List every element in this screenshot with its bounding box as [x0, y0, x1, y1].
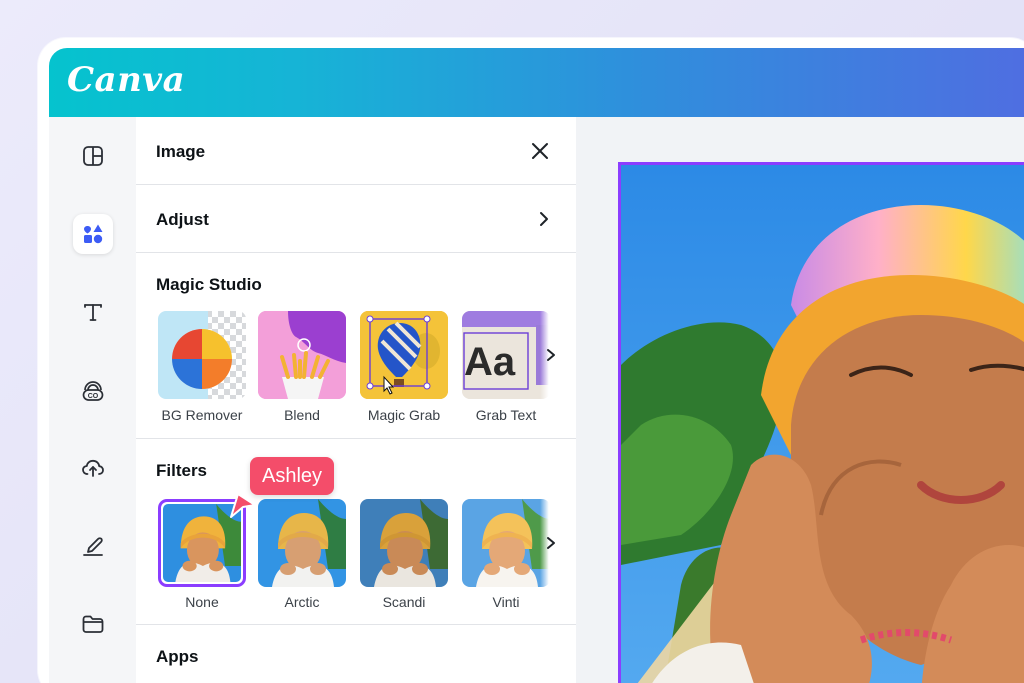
filter-vinti-label: Vinti — [492, 594, 520, 610]
magic-grab-label: Magic Grab — [367, 407, 441, 423]
filter-scandi-thumb[interactable] — [360, 499, 448, 587]
draw-icon — [83, 537, 103, 556]
filters-next-button[interactable] — [540, 499, 562, 587]
bg-remover-label: BG Remover — [161, 407, 243, 423]
svg-text:CO: CO — [88, 393, 99, 400]
adjust-chevron[interactable] — [534, 209, 554, 229]
magic-grab-image — [360, 311, 448, 399]
apps-section: Apps — [136, 625, 576, 683]
brand-icon: CO — [82, 381, 104, 401]
layout-icon — [83, 146, 103, 166]
sidebar-item-text[interactable] — [73, 292, 113, 332]
blend-label: Blend — [284, 407, 320, 423]
upload-icon — [82, 459, 104, 477]
folder-icon — [82, 615, 104, 633]
filter-none-label: None — [185, 594, 219, 610]
filter-vinti-thumb[interactable] — [462, 499, 550, 587]
filter-vinti-image — [462, 499, 550, 587]
canva-logo[interactable]: Canva — [67, 60, 185, 100]
grab-text-image: Aa — [462, 311, 550, 399]
magic-studio-section: Magic Studio BG Remover Blend Magic Grab… — [136, 253, 576, 439]
close-icon — [532, 143, 548, 159]
filter-scandi-image — [360, 499, 448, 587]
close-button[interactable] — [526, 137, 554, 165]
portrait-photo — [621, 165, 1024, 683]
bg-remover-image — [158, 311, 246, 399]
filters-section: Filters None Arctic Scandi Vinti — [136, 439, 576, 625]
blend-thumb[interactable] — [258, 311, 346, 399]
sidebar-item-uploads[interactable] — [73, 448, 113, 488]
collaborator-cursor-icon — [230, 493, 256, 518]
chevron-right-icon — [547, 349, 555, 361]
magic-studio-next-button[interactable] — [540, 311, 562, 399]
sidebar-item-brand[interactable]: CO — [73, 371, 113, 411]
selected-image[interactable] — [618, 162, 1024, 683]
filter-arctic-label: Arctic — [284, 594, 320, 610]
filter-arctic-thumb[interactable] — [258, 499, 346, 587]
svg-text:Aa: Aa — [464, 340, 516, 384]
chevron-right-icon — [540, 212, 548, 226]
apps-title: Apps — [156, 647, 199, 666]
grab-text-label: Grab Text — [475, 407, 537, 423]
magic-studio-title: Magic Studio — [156, 275, 262, 294]
filter-arctic-image — [258, 499, 346, 587]
image-panel: Image Adjust Magic Studio BG Remover Ble… — [136, 117, 576, 683]
top-bar: Canva — [49, 48, 1024, 117]
sidebar-item-projects[interactable] — [73, 604, 113, 644]
filters-title: Filters — [156, 461, 208, 480]
bg-remover-thumb[interactable] — [158, 311, 246, 399]
sidebar: CO — [49, 117, 136, 683]
filter-scandi-label: Scandi — [382, 594, 426, 610]
elements-icon — [84, 224, 103, 244]
adjust-label: Adjust — [156, 210, 209, 229]
blend-image — [258, 311, 346, 399]
collaborator-tag: Ashley — [250, 457, 335, 495]
magic-grab-thumb[interactable] — [360, 311, 448, 399]
text-icon — [84, 304, 102, 321]
sidebar-item-elements[interactable] — [73, 214, 113, 254]
sidebar-item-draw[interactable] — [73, 526, 113, 566]
chevron-right-icon — [547, 537, 555, 549]
panel-title: Image — [156, 142, 206, 161]
panel-header: Image — [136, 117, 576, 185]
adjust-row[interactable]: Adjust — [136, 185, 576, 253]
grab-text-thumb[interactable]: Aa — [462, 311, 550, 399]
sidebar-item-design[interactable] — [73, 136, 113, 176]
